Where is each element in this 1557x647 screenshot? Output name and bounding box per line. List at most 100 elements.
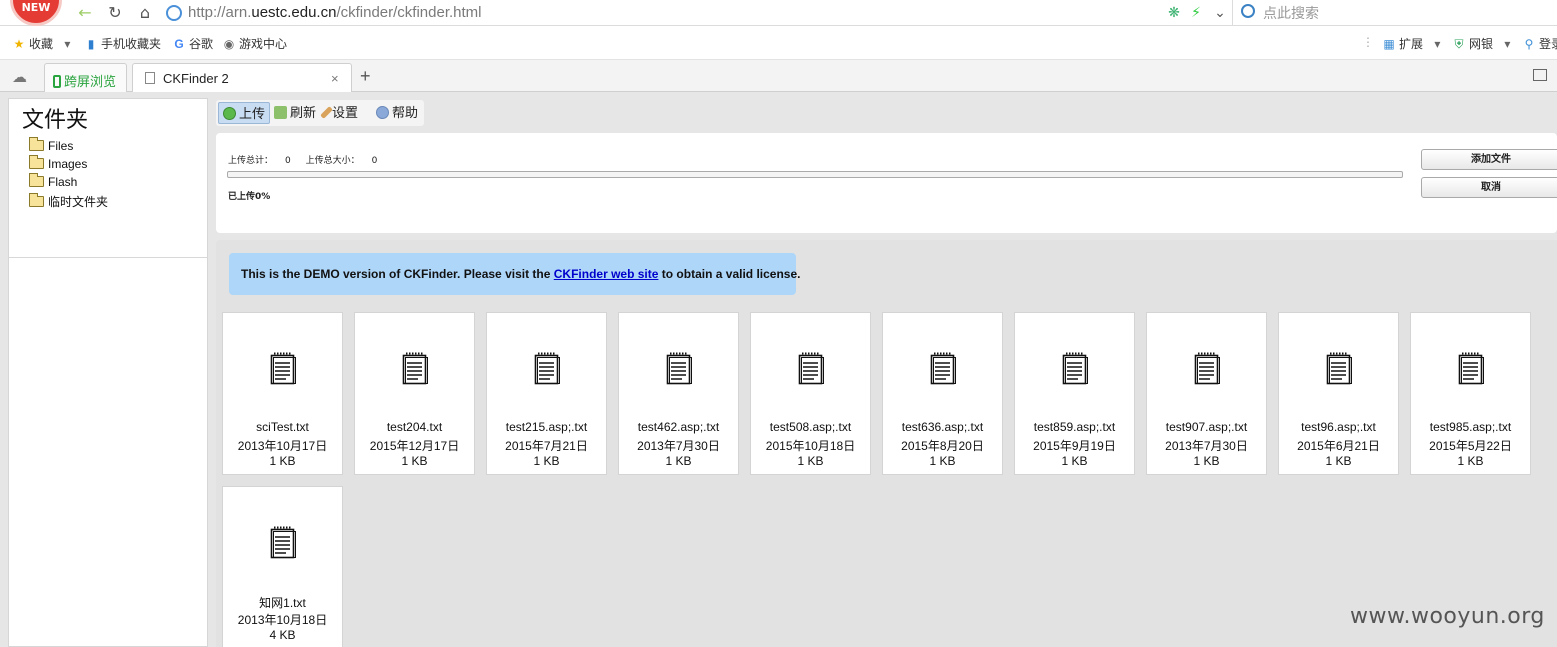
google-icon: G <box>174 37 184 51</box>
tab-label: CKFinder 2 <box>145 71 229 86</box>
text-file-icon <box>1458 352 1484 385</box>
upload-total-value: 0 <box>285 156 291 166</box>
file-name: test985.asp;.txt <box>1429 420 1512 434</box>
file-item[interactable]: test859.asp;.txt 2015年9月19日 1 KB <box>1014 312 1135 475</box>
extensions-button[interactable]: ▦ 扩展 ▾ <box>1382 35 1440 52</box>
new-badge[interactable]: NEW <box>10 0 62 26</box>
bookmark-games[interactable]: ◉ 游戏中心 <box>222 35 287 52</box>
folder-files[interactable]: Files <box>29 137 73 156</box>
file-item[interactable]: test508.asp;.txt 2015年10月18日 1 KB <box>750 312 871 475</box>
bookmark-label: 收藏 <box>29 37 54 51</box>
folder-icon <box>29 173 44 187</box>
search-field[interactable]: 点此搜索 <box>1232 0 1557 25</box>
dropdown-arrow-icon[interactable]: ▾ <box>1504 37 1510 51</box>
file-item[interactable]: test907.asp;.txt 2013年7月30日 1 KB <box>1146 312 1267 475</box>
folder-temp[interactable]: 临时文件夹 <box>29 193 108 210</box>
text-file-icon <box>798 352 824 385</box>
chevron-down-icon[interactable]: ⌄ <box>1210 3 1230 23</box>
file-item[interactable]: test204.txt 2015年12月17日 1 KB <box>354 312 475 475</box>
file-item[interactable]: test215.asp;.txt 2015年7月21日 1 KB <box>486 312 607 475</box>
folder-label: 临时文件夹 <box>48 195 109 209</box>
file-size: 1 KB <box>929 454 956 468</box>
login-button[interactable]: ⚲ 登录 <box>1522 35 1557 52</box>
file-size: 1 KB <box>269 454 296 468</box>
window-restore-icon[interactable] <box>1533 69 1547 81</box>
refresh-button[interactable]: 刷新 <box>270 102 320 124</box>
file-item[interactable]: test462.asp;.txt 2013年7月30日 1 KB <box>618 312 739 475</box>
bookmark-label: 手机收藏夹 <box>101 37 162 51</box>
url-text: http://arn.uestc.edu.cn/ckfinder/ckfinde… <box>188 4 482 21</box>
file-item[interactable]: test96.asp;.txt 2015年6月21日 1 KB <box>1278 312 1399 475</box>
file-size: 1 KB <box>665 454 692 468</box>
extension-grid-icon: ▦ <box>1383 37 1395 51</box>
dropdown-arrow-icon[interactable]: ▾ <box>64 37 70 51</box>
back-arrow-icon[interactable]: ← <box>72 1 98 25</box>
folder-label: Flash <box>48 175 78 189</box>
bookmarks-bar: ★ 收藏 ▾ ▮ 手机收藏夹 G 谷歌 ◉ 游戏中心 ⋮ ▦ 扩展 ▾ ⛨ 网银 ▾ ⚲ 登录 <box>0 27 1557 60</box>
toolbar: 上传 刷新 设置 帮助 <box>216 100 424 126</box>
file-name: test96.asp;.txt <box>1301 420 1376 434</box>
spinner-icon[interactable]: ❋ <box>1164 3 1184 23</box>
file-size: 1 KB <box>1325 454 1352 468</box>
upload-stats: 上传总计： 0 上传总大小： 0 <box>228 153 389 166</box>
bookmark-mobile[interactable]: ▮ 手机收藏夹 <box>84 35 161 52</box>
file-date: 2015年6月21日 <box>1297 439 1380 453</box>
file-name: test204.txt <box>386 420 443 434</box>
extensions-label: 扩展 <box>1399 37 1424 51</box>
upload-size-value: 0 <box>371 156 378 166</box>
banking-button[interactable]: ⛨ 网银 ▾ <box>1452 35 1510 52</box>
file-item[interactable]: test636.asp;.txt 2015年8月20日 1 KB <box>882 312 1003 475</box>
dropdown-arrow-icon[interactable]: ▾ <box>1434 37 1440 51</box>
bookmark-label: 游戏中心 <box>239 37 288 51</box>
add-files-button[interactable]: 添加文件 <box>1421 149 1557 170</box>
cancel-button[interactable]: 取消 <box>1421 177 1557 198</box>
files-area: This is the DEMO version of CKFinder. Pl… <box>216 240 1557 647</box>
file-item[interactable]: test985.asp;.txt 2015年5月22日 1 KB <box>1410 312 1531 475</box>
home-icon[interactable]: ⌂ <box>132 1 158 25</box>
tab-bar: ☁ 跨屏浏览 CKFinder 2 × + <box>0 60 1557 92</box>
file-size: 1 KB <box>401 454 428 468</box>
text-file-icon <box>1062 352 1088 385</box>
text-file-icon <box>534 352 560 385</box>
refresh-icon <box>274 106 287 119</box>
file-name: test508.asp;.txt <box>769 420 852 434</box>
ckfinder-site-link[interactable]: CKFinder web site <box>554 267 659 281</box>
text-file-icon <box>1194 352 1220 385</box>
tab-label-text: 跨屏浏览 <box>64 74 117 89</box>
file-name: test636.asp;.txt <box>901 420 984 434</box>
close-icon[interactable]: × <box>331 71 339 86</box>
file-item[interactable]: 知网1.txt 2013年10月18日 4 KB <box>222 486 343 647</box>
login-label: 登录 <box>1539 37 1557 51</box>
new-tab-button[interactable]: + <box>356 63 378 92</box>
file-size: 1 KB <box>797 454 824 468</box>
text-file-icon <box>1326 352 1352 385</box>
lightning-icon[interactable]: ⚡ <box>1186 3 1206 23</box>
phone-icon <box>53 75 61 88</box>
upload-total-label: 上传总计： <box>228 156 274 166</box>
help-button[interactable]: 帮助 <box>372 102 422 124</box>
user-search-icon: ⚲ <box>1524 37 1534 51</box>
tab-cross-screen[interactable]: 跨屏浏览 <box>44 63 127 92</box>
url-field[interactable]: http://arn.uestc.edu.cn/ckfinder/ckfinde… <box>166 1 1156 25</box>
file-size: 1 KB <box>533 454 560 468</box>
folder-images[interactable]: Images <box>29 155 87 174</box>
folder-flash[interactable]: Flash <box>29 173 78 192</box>
file-size: 4 KB <box>269 628 296 642</box>
folder-icon <box>29 137 44 151</box>
demo-notice: This is the DEMO version of CKFinder. Pl… <box>229 253 800 295</box>
reload-icon[interactable]: ↻ <box>102 1 128 25</box>
bookmark-favorites[interactable]: ★ 收藏 ▾ <box>12 35 71 52</box>
upload-button[interactable]: 上传 <box>218 102 271 124</box>
demo-text-after: to obtain a valid license. <box>658 267 801 281</box>
bookmark-google[interactable]: G 谷歌 <box>172 35 213 52</box>
tab-label-text: CKFinder 2 <box>163 71 229 86</box>
search-placeholder: 点此搜索 <box>1263 5 1319 21</box>
settings-button[interactable]: 设置 <box>320 102 362 124</box>
text-file-icon <box>930 352 956 385</box>
cloud-icon[interactable]: ☁ <box>12 68 27 86</box>
text-file-icon <box>402 352 428 385</box>
file-item[interactable]: sciTest.txt 2013年10月17日 1 KB <box>222 312 343 475</box>
settings-label: 设置 <box>332 105 359 120</box>
tab-ckfinder[interactable]: CKFinder 2 × <box>132 63 352 92</box>
plus-circle-icon <box>223 107 236 120</box>
